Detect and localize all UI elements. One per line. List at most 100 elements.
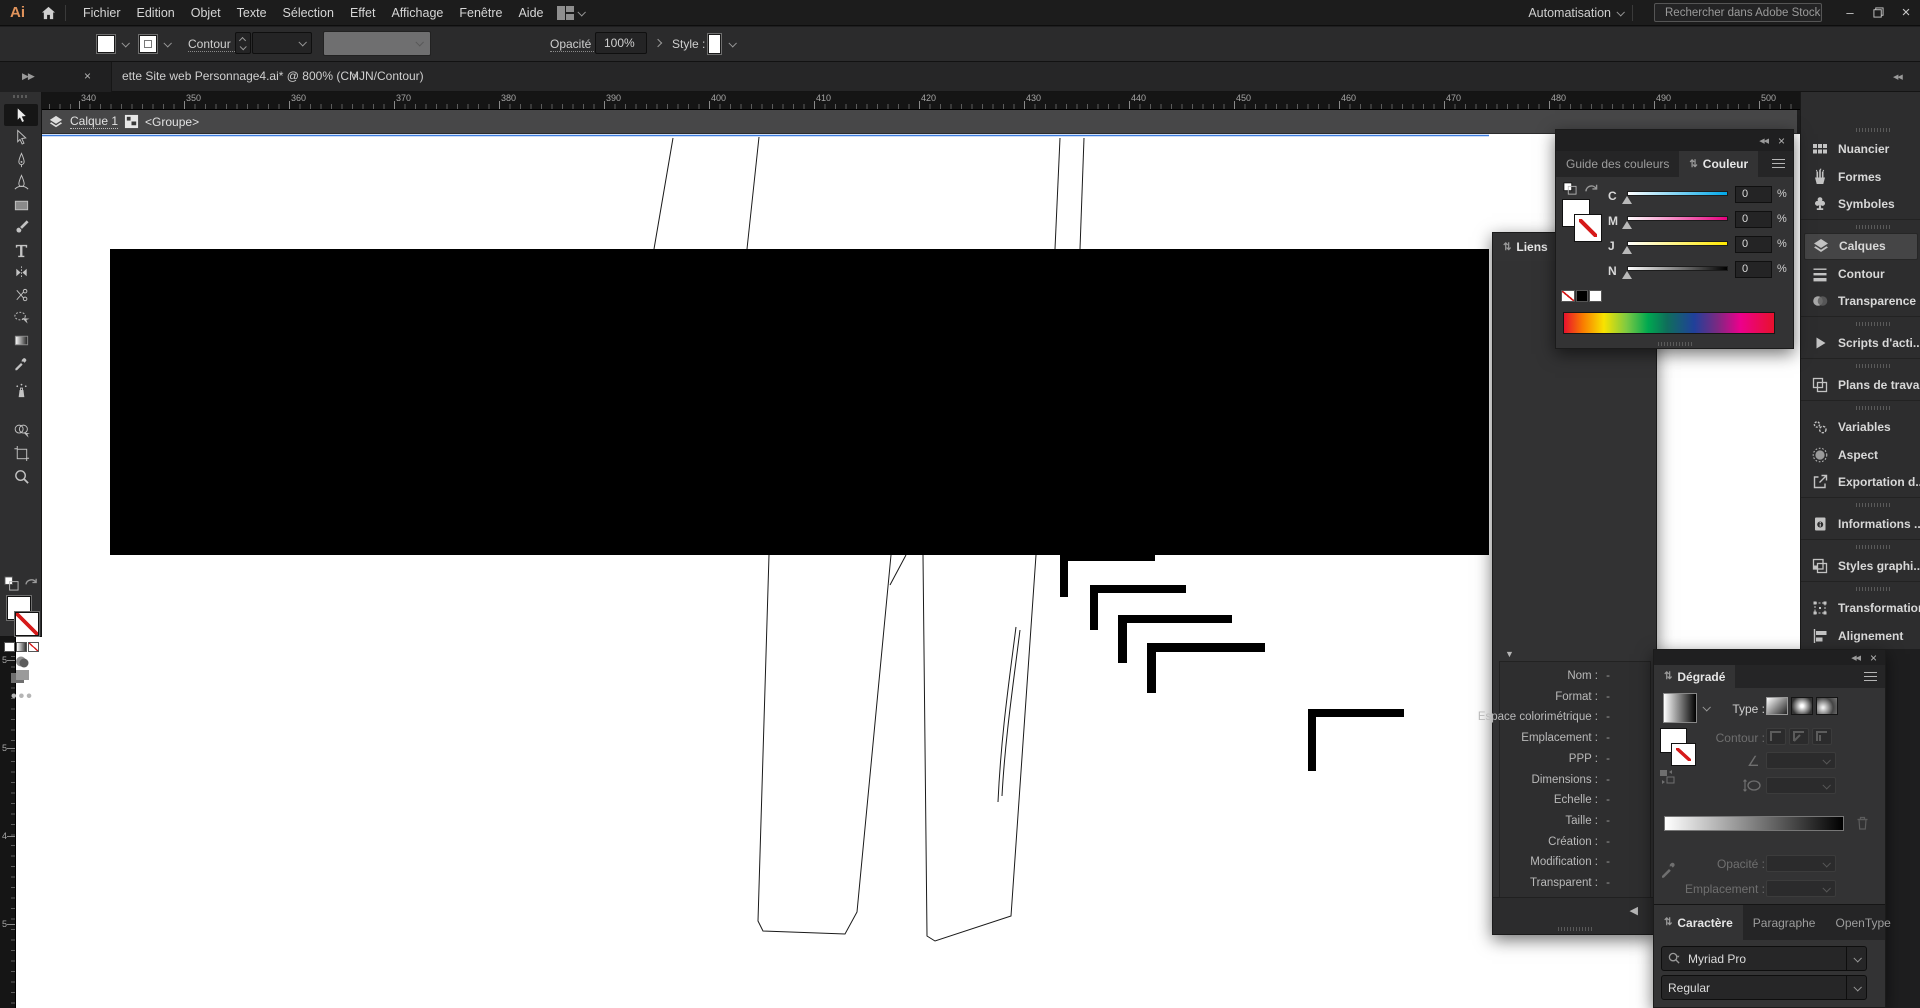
dock-item-alignement[interactable]: Alignement — [1804, 622, 1918, 649]
symbol-sprayer-tool[interactable] — [7, 379, 35, 401]
stop-opacity-dropdown[interactable] — [1766, 855, 1836, 872]
more-tools-icon[interactable]: ••• — [11, 688, 34, 706]
stroke-color-chevron-icon[interactable] — [160, 34, 174, 54]
slider-track[interactable] — [1627, 266, 1728, 271]
font-style-field[interactable]: Regular — [1661, 975, 1867, 1000]
none-mode-button[interactable] — [28, 642, 39, 652]
rectangle-tool[interactable] — [7, 194, 35, 216]
group-name[interactable]: <Groupe> — [145, 115, 199, 129]
tab-couleur[interactable]: ⇅ Couleur — [1679, 151, 1759, 177]
dock-drag-handle[interactable] — [1856, 224, 1890, 229]
graphic-style-swatch[interactable] — [707, 33, 722, 55]
dock-item-variables[interactable]: Variables — [1804, 414, 1918, 441]
stroke-along-button[interactable] — [1789, 728, 1809, 745]
stroke-weight-label[interactable]: Contour : — [188, 37, 238, 52]
scissors-tool[interactable] — [7, 284, 35, 306]
stroke-within-button[interactable] — [1766, 728, 1786, 745]
close-button[interactable]: × — [1892, 2, 1920, 24]
degrade-menu-icon[interactable] — [1864, 672, 1877, 681]
artboard-tool[interactable] — [7, 442, 35, 464]
color-spectrum-bar[interactable] — [1563, 312, 1775, 334]
dock-drag-handle[interactable] — [1856, 363, 1890, 368]
shape-builder-tool[interactable] — [7, 419, 35, 441]
tab-degrade[interactable]: ⇅ Dégradé — [1654, 665, 1736, 688]
dock-item-contour[interactable]: Contour — [1804, 260, 1918, 287]
expand-info-icon[interactable]: ▼ — [1505, 649, 1514, 659]
couleur-close-icon[interactable]: × — [1778, 134, 1785, 148]
fill-color-chevron-icon[interactable] — [118, 34, 132, 54]
dock-drag-handle[interactable] — [1856, 544, 1890, 549]
brush-definition-dropdown[interactable] — [323, 31, 431, 56]
menu-aide[interactable]: Aide — [510, 6, 551, 20]
degrade-stroke-proxy[interactable] — [1671, 743, 1696, 766]
slider-thumb-icon[interactable] — [1622, 246, 1632, 254]
stroke-weight-dropdown[interactable] — [252, 32, 312, 54]
degrade-collapse-icon[interactable]: ◀◀ — [1851, 654, 1861, 662]
gradient-tool[interactable] — [7, 329, 35, 351]
horizontal-ruler[interactable]: 340 350 360 370 380 390 400 410 420 430 440 450 460 4… — [42, 92, 1920, 110]
menu-objet[interactable]: Objet — [183, 6, 229, 20]
home-icon[interactable] — [41, 6, 56, 20]
liens-resize-handle[interactable] — [1557, 927, 1592, 931]
minimize-button[interactable]: – — [1836, 2, 1864, 24]
slider-track[interactable] — [1627, 216, 1728, 221]
menu-edition[interactable]: Edition — [129, 6, 183, 20]
dock-item-calques[interactable]: Calques — [1804, 232, 1918, 260]
couleur-collapse-icon[interactable]: ◀◀ — [1759, 137, 1769, 145]
selection-tool[interactable] — [4, 104, 38, 126]
menu-sélection[interactable]: Sélection — [275, 6, 342, 20]
dock-item-informations-[interactable]: Informations ... — [1804, 511, 1920, 538]
slider-value-input[interactable]: 0 — [1735, 261, 1772, 278]
stock-search-input[interactable]: Rechercher dans Adobe Stock — [1654, 3, 1822, 22]
go-to-link-icon[interactable]: ◀ — [1630, 904, 1638, 917]
white-swatch[interactable] — [1589, 290, 1602, 302]
gradient-eyedropper-icon[interactable] — [1660, 858, 1678, 878]
dock-item-aspect[interactable]: Aspect — [1804, 441, 1918, 468]
angle-dropdown[interactable] — [1766, 752, 1836, 769]
restore-button[interactable] — [1864, 2, 1892, 24]
none-swatch[interactable] — [1561, 290, 1575, 302]
stroke-proxy-swatch[interactable] — [14, 611, 40, 637]
draw-mode-icon[interactable] — [13, 655, 29, 668]
slider-track[interactable] — [1627, 241, 1728, 246]
pen-tool[interactable] — [7, 149, 35, 171]
dock-drag-handle[interactable] — [1856, 127, 1890, 132]
gradient-mode-button[interactable] — [16, 642, 27, 652]
dock-item-transparence[interactable]: Transparence — [1804, 288, 1918, 315]
opacity-expand-icon[interactable] — [650, 32, 666, 54]
opacity-label[interactable]: Opacité : — [550, 37, 599, 52]
paintbrush-tool[interactable] — [7, 217, 35, 239]
aspect-ratio-dropdown[interactable] — [1766, 777, 1836, 794]
couleur-resize-handle[interactable] — [1657, 342, 1692, 346]
dock-item-formes[interactable]: Formes — [1804, 163, 1918, 190]
couleur-stroke-proxy[interactable] — [1574, 214, 1602, 242]
dock-item-symboles[interactable]: Symboles — [1804, 191, 1918, 218]
reflect-tool[interactable] — [7, 262, 35, 284]
radial-gradient-button[interactable] — [1791, 697, 1813, 715]
screen-mode-icon[interactable] — [10, 669, 31, 685]
document-tab[interactable]: ette Site web Personnage4.ai* @ 800% (CM… — [122, 69, 424, 83]
layer-name[interactable]: Calque 1 — [70, 114, 119, 129]
menu-fenêtre[interactable]: Fenêtre — [451, 6, 510, 20]
gradient-preview-swatch[interactable] — [1663, 693, 1697, 723]
stroke-across-button[interactable] — [1812, 728, 1832, 745]
workspace-switcher-icon[interactable] — [557, 5, 587, 20]
reverse-gradient-icon[interactable] — [1659, 769, 1676, 784]
slider-thumb-icon[interactable] — [1622, 196, 1632, 204]
workspace-chevron-icon[interactable] — [1616, 7, 1625, 17]
slider-value-input[interactable]: 0 — [1735, 186, 1772, 203]
couleur-menu-icon[interactable] — [1772, 159, 1785, 168]
freeform-gradient-button[interactable] — [1816, 697, 1838, 715]
font-family-field[interactable]: Myriad Pro — [1661, 946, 1867, 971]
shaper-tool[interactable] — [7, 307, 35, 329]
dock-drag-handle[interactable] — [1856, 586, 1890, 591]
tab-guide-des-couleurs[interactable]: Guide des couleurs — [1556, 151, 1679, 177]
menu-affichage[interactable]: Affichage — [383, 6, 451, 20]
fill-color-swatch[interactable] — [96, 34, 116, 54]
degrade-close-icon[interactable]: × — [1870, 651, 1877, 665]
slider-thumb-icon[interactable] — [1622, 271, 1632, 279]
direct-selection-tool[interactable] — [7, 127, 35, 149]
linear-gradient-button[interactable] — [1766, 697, 1788, 715]
stroke-color-swatch[interactable] — [138, 34, 158, 54]
menu-fichier[interactable]: Fichier — [75, 6, 129, 20]
